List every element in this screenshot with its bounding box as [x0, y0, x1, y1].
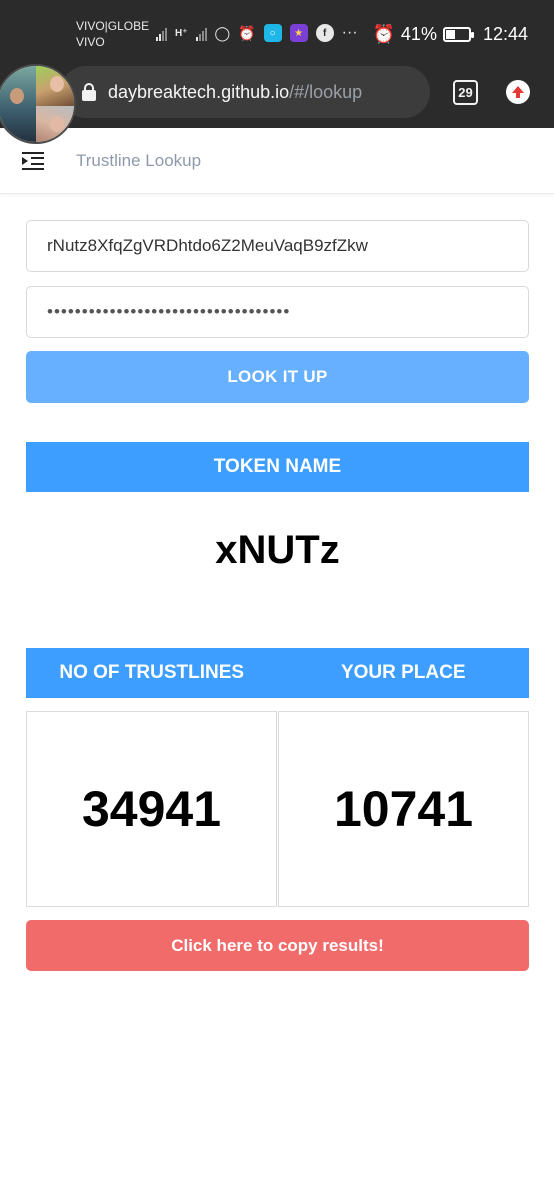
copy-results-button[interactable]: Click here to copy results!	[26, 920, 529, 971]
look-it-up-button[interactable]: LOOK IT UP	[26, 351, 529, 403]
signal-strength-icon	[156, 25, 167, 41]
trustlines-count: 34941	[26, 711, 277, 907]
place-header: YOUR PLACE	[340, 662, 466, 683]
token-name-header: TOKEN NAME	[26, 442, 529, 492]
status-bar: VIVO|GLOBE VIVO H⁺ ◯ ⏰ ○ ★ f ··· ⏰ 41% 1…	[0, 0, 554, 66]
tab-switcher-button[interactable]: 29	[453, 80, 478, 105]
battery-fill	[445, 30, 455, 39]
url-path: /#/lookup	[289, 82, 363, 102]
menu-icon[interactable]	[22, 152, 44, 170]
battery-percent: 41%	[400, 24, 437, 44]
page-title: Trustline Lookup	[76, 151, 202, 170]
browser-toolbar: daybreaktech.github.io/#/lookup 29	[0, 66, 554, 128]
secret-input[interactable]: •••••••••••••••••••••••••••••••••••	[26, 286, 529, 338]
network-type-label: H⁺	[175, 27, 188, 39]
url-text[interactable]: daybreaktech.github.io/#/lookup	[108, 82, 362, 103]
url-host: daybreaktech.github.io	[108, 82, 290, 102]
status-right: ⏰ 41% 12:44	[373, 24, 529, 45]
upload-arrow-icon[interactable]	[506, 80, 530, 104]
battery-icon	[442, 27, 474, 42]
app-header: Trustline Lookup	[0, 128, 554, 194]
address-input[interactable]	[26, 220, 529, 272]
carrier-line-1: VIVO|GLOBE	[76, 19, 150, 33]
lock-icon	[82, 83, 96, 101]
alarm-icon: ⏰	[372, 24, 395, 44]
your-place-value: 10741	[278, 711, 529, 907]
facebook-icon: f	[315, 24, 334, 42]
carrier-info: VIVO|GLOBE VIVO	[76, 18, 149, 50]
notification-icons: H⁺ ◯ ⏰ ○ ★ f ···	[156, 24, 358, 42]
app-notification-icon: ○	[263, 24, 282, 42]
chat-head-avatar[interactable]	[0, 64, 76, 144]
clock: 12:44	[482, 24, 528, 44]
carrier-line-2: VIVO	[76, 35, 105, 49]
signal-strength-2-icon	[195, 25, 207, 41]
address-bar[interactable]: daybreaktech.github.io/#/lookup	[60, 66, 430, 118]
token-name-value: xNUTz	[215, 528, 340, 572]
more-notifications-icon: ···	[341, 24, 358, 41]
trustlines-header: NO OF TRUSTLINES	[59, 662, 245, 683]
stats-header: NO OF TRUSTLINES YOUR PLACE	[26, 648, 529, 698]
alarm-small-icon: ⏰	[238, 24, 256, 41]
game-app-icon: ★	[289, 24, 308, 42]
messenger-icon: ◯	[214, 24, 231, 41]
